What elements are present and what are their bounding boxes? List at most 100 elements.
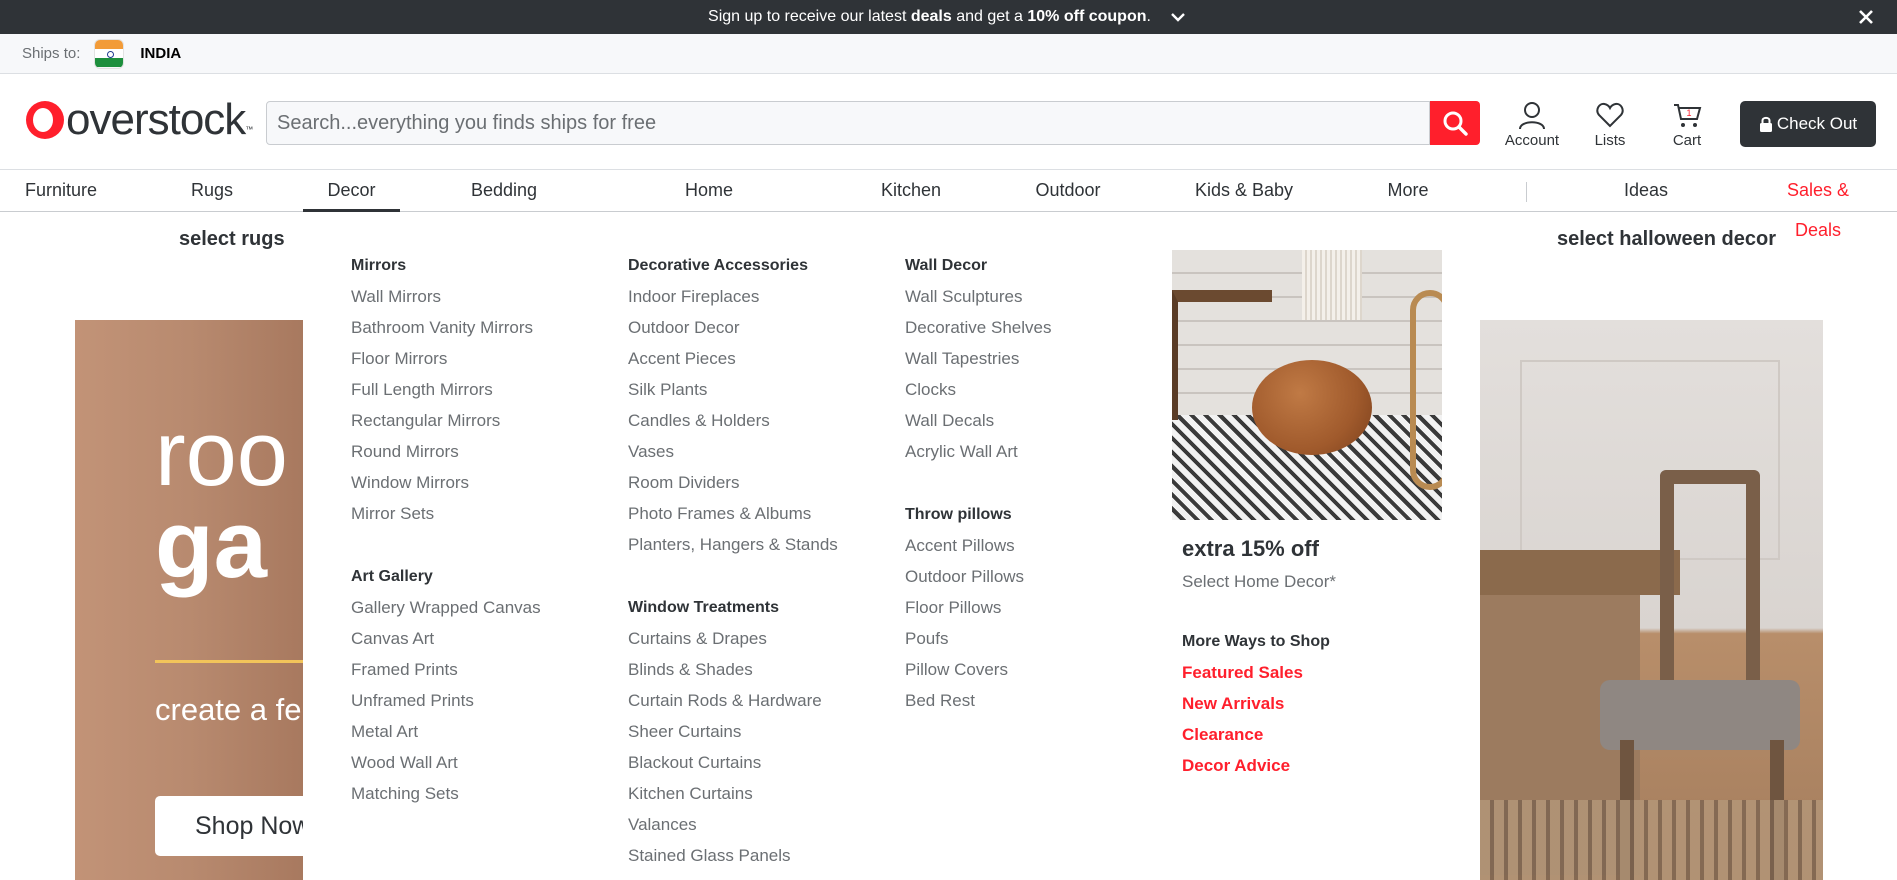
menu-link[interactable]: Bed Rest [905, 691, 1051, 722]
nav-divider [1526, 182, 1527, 202]
menu-link[interactable]: Bathroom Vanity Mirrors [351, 318, 541, 349]
more-link-clearance[interactable]: Clearance [1182, 725, 1330, 756]
menu-link[interactable]: Wood Wall Art [351, 753, 541, 784]
menu-link[interactable]: Wall Decals [905, 411, 1051, 442]
right-promo-title[interactable]: select halloween decor [1557, 228, 1776, 251]
menu-link[interactable]: Curtains & Drapes [628, 629, 838, 660]
nav-item-more[interactable]: More [1387, 170, 1429, 212]
menu-link[interactable]: Sheer Curtains [628, 722, 838, 753]
menu-link[interactable]: Accent Pillows [905, 536, 1051, 567]
menu-link[interactable]: Floor Pillows [905, 598, 1051, 629]
menu-link[interactable]: Clocks [905, 380, 1051, 411]
overstock-logo[interactable]: overstock ™ [26, 98, 253, 142]
menu-link[interactable]: Stained Glass Panels [628, 846, 838, 877]
menu-column-mirrors-art: Mirrors Wall Mirrors Bathroom Vanity Mir… [351, 256, 541, 815]
menu-link[interactable]: Indoor Fireplaces [628, 287, 838, 318]
nav-item-kitchen[interactable]: Kitchen [880, 170, 942, 212]
lock-icon [1759, 116, 1772, 132]
menu-link[interactable]: Full Length Mirrors [351, 380, 541, 411]
menu-heading-throw-pillows[interactable]: Throw pillows [905, 505, 1051, 536]
menu-heading-mirrors[interactable]: Mirrors [351, 256, 541, 287]
menu-link[interactable]: Floor Mirrors [351, 349, 541, 380]
menu-heading-decorative-accessories[interactable]: Decorative Accessories [628, 256, 838, 287]
nav-item-outdoor[interactable]: Outdoor [1035, 170, 1101, 212]
right-promo-image[interactable] [1480, 320, 1823, 880]
decor-feature-card[interactable]: extra 15% off Select Home Decor* [1172, 250, 1442, 592]
menu-link[interactable]: Mirror Sets [351, 504, 541, 535]
menu-link[interactable]: Window Mirrors [351, 473, 541, 504]
india-flag-icon[interactable] [94, 38, 125, 69]
banner-divider [155, 660, 303, 663]
close-icon[interactable] [1851, 2, 1881, 32]
menu-link[interactable]: Outdoor Pillows [905, 567, 1051, 598]
menu-link[interactable]: Acrylic Wall Art [905, 442, 1051, 473]
menu-link[interactable]: Curtain Rods & Hardware [628, 691, 838, 722]
menu-link[interactable]: Poufs [905, 629, 1051, 660]
menu-heading-art-gallery[interactable]: Art Gallery [351, 567, 541, 598]
menu-link[interactable]: Metal Art [351, 722, 541, 753]
menu-link[interactable]: Silk Plants [628, 380, 838, 411]
promo-bar[interactable]: Sign up to receive our latest deals and … [0, 0, 1897, 34]
menu-link[interactable]: Decorative Shelves [905, 318, 1051, 349]
decor-mega-menu: Mirrors Wall Mirrors Bathroom Vanity Mir… [303, 212, 1480, 880]
account-icon [1519, 102, 1545, 130]
nav-item-ideas[interactable]: Ideas [1624, 170, 1668, 212]
menu-link[interactable]: Framed Prints [351, 660, 541, 691]
nav-item-kids-baby[interactable]: Kids & Baby [1193, 170, 1295, 212]
menu-link[interactable]: Kitchen Curtains [628, 784, 838, 815]
menu-link[interactable]: Photo Frames & Albums [628, 504, 838, 535]
ships-to-bar: Ships to: INDIA [0, 34, 1897, 74]
shop-now-button[interactable]: Shop Now [155, 796, 303, 856]
menu-link[interactable]: Rectangular Mirrors [351, 411, 541, 442]
nav-item-furniture[interactable]: Furniture [24, 170, 98, 212]
banner-line2: ga [155, 491, 268, 598]
menu-link[interactable]: Canvas Art [351, 629, 541, 660]
more-link-new-arrivals[interactable]: New Arrivals [1182, 694, 1330, 725]
menu-heading-window-treatments[interactable]: Window Treatments [628, 598, 838, 629]
account-label: Account [1504, 132, 1560, 149]
chevron-down-icon[interactable] [1167, 6, 1189, 28]
menu-link[interactable]: Pillow Covers [905, 660, 1051, 691]
cart-icon: 1 [1674, 104, 1702, 127]
menu-link[interactable]: Planters, Hangers & Stands [628, 535, 838, 566]
left-promo-banner[interactable]: roo ga create a fe Shop Now [75, 320, 303, 880]
menu-link[interactable]: Blinds & Shades [628, 660, 838, 691]
menu-link[interactable]: Outdoor Decor [628, 318, 838, 349]
feature-image[interactable] [1172, 250, 1442, 520]
menu-column-accessories-window: Decorative Accessories Indoor Fireplaces… [628, 256, 838, 877]
menu-link[interactable]: Unframed Prints [351, 691, 541, 722]
account-button[interactable]: Account [1500, 100, 1564, 149]
menu-link[interactable]: Wall Sculptures [905, 287, 1051, 318]
nav-item-decor[interactable]: Decor [303, 170, 400, 212]
heart-icon [1596, 102, 1624, 128]
menu-heading-wall-decor[interactable]: Wall Decor [905, 256, 1051, 287]
more-link-featured-sales[interactable]: Featured Sales [1182, 663, 1330, 694]
feature-subtext[interactable]: Select Home Decor* [1182, 572, 1442, 592]
feature-headline[interactable]: extra 15% off [1182, 536, 1442, 562]
search-input[interactable] [266, 101, 1430, 145]
menu-link[interactable]: Candles & Holders [628, 411, 838, 442]
checkout-button[interactable]: Check Out [1740, 101, 1876, 147]
menu-link[interactable]: Wall Tapestries [905, 349, 1051, 380]
nav-item-home-improvement[interactable]: Home Improvement [630, 170, 788, 240]
menu-link[interactable]: Blackout Curtains [628, 753, 838, 784]
nav-item-bedding[interactable]: Bedding [470, 170, 538, 212]
menu-link[interactable]: Vases [628, 442, 838, 473]
more-link-decor-advice[interactable]: Decor Advice [1182, 756, 1330, 787]
search-button[interactable] [1430, 101, 1480, 145]
cart-button[interactable]: 1 Cart [1655, 100, 1719, 149]
menu-column-wall-pillows: Wall Decor Wall Sculptures Decorative Sh… [905, 256, 1051, 722]
nav-item-rugs[interactable]: Rugs [189, 170, 235, 212]
lists-button[interactable]: Lists [1578, 100, 1642, 149]
menu-link[interactable]: Round Mirrors [351, 442, 541, 473]
nav-item-sales-deals[interactable]: Sales & Deals [1762, 170, 1874, 240]
left-promo-title[interactable]: select rugs [179, 228, 285, 251]
menu-link[interactable]: Wall Mirrors [351, 287, 541, 318]
checkout-label: Check Out [1776, 114, 1858, 133]
menu-link[interactable]: Gallery Wrapped Canvas [351, 598, 541, 629]
menu-link[interactable]: Room Dividers [628, 473, 838, 504]
menu-link[interactable]: Valances [628, 815, 838, 846]
menu-link[interactable]: Accent Pieces [628, 349, 838, 380]
ships-to-country[interactable]: INDIA [140, 45, 181, 62]
menu-link[interactable]: Matching Sets [351, 784, 541, 815]
